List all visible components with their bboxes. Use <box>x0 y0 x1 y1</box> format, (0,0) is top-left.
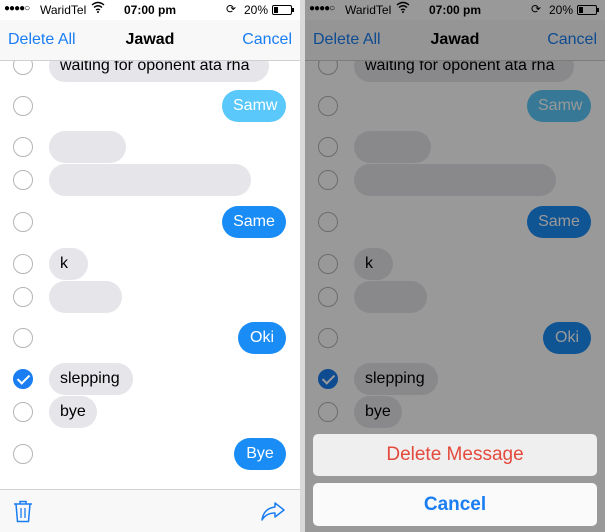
phone-screen-action-sheet: ●●●●○ WaridTel 07:00 pm ⟳ 20% Delete All… <box>305 0 605 532</box>
message-bubble[interactable] <box>49 131 126 163</box>
battery-percent: 20% <box>244 3 269 17</box>
select-checkbox[interactable] <box>13 61 33 75</box>
battery-fill <box>274 7 278 13</box>
select-checkbox[interactable] <box>13 137 33 157</box>
select-checkbox[interactable] <box>13 328 33 348</box>
select-checkbox-checked[interactable] <box>13 369 33 389</box>
select-checkbox[interactable] <box>13 212 33 232</box>
select-checkbox[interactable] <box>13 254 33 274</box>
message-bubble[interactable]: k <box>49 248 88 280</box>
edit-toolbar <box>0 489 300 532</box>
message-bubble[interactable]: waiting for oponent ata rha <box>49 61 269 82</box>
action-sheet-cancel-button[interactable]: Cancel <box>313 483 597 526</box>
message-bubble[interactable]: Oki <box>238 322 286 354</box>
message-bubble[interactable]: Bye <box>234 438 286 470</box>
select-checkbox[interactable] <box>13 402 33 422</box>
delete-message-button[interactable]: Delete Message <box>313 434 597 476</box>
select-checkbox[interactable] <box>13 444 33 464</box>
message-bubble[interactable] <box>49 164 251 196</box>
battery-icon <box>272 5 294 15</box>
select-checkbox[interactable] <box>13 170 33 190</box>
trash-icon[interactable] <box>12 499 34 528</box>
orientation-lock-icon: ⟳ <box>226 2 237 16</box>
select-checkbox[interactable] <box>13 287 33 307</box>
navigation-bar: Delete All Jawad Cancel <box>0 20 300 61</box>
message-bubble[interactable]: Samw <box>222 90 286 122</box>
message-bubble[interactable]: bye <box>49 396 97 428</box>
message-bubble[interactable]: slepping <box>49 363 133 395</box>
status-bar: ●●●●○ WaridTel 07:00 pm ⟳ 20% <box>0 0 300 20</box>
cancel-button[interactable]: Cancel <box>242 31 292 49</box>
message-bubble[interactable]: Same <box>222 206 286 238</box>
select-checkbox[interactable] <box>13 96 33 116</box>
phone-screen-edit-mode: ●●●●○ WaridTel 07:00 pm ⟳ 20% Delete All… <box>0 0 300 532</box>
message-thread: waiting for oponent ata rha Samw Same k <box>0 61 300 490</box>
message-bubble[interactable] <box>49 281 122 313</box>
share-arrow-icon[interactable] <box>260 501 286 526</box>
